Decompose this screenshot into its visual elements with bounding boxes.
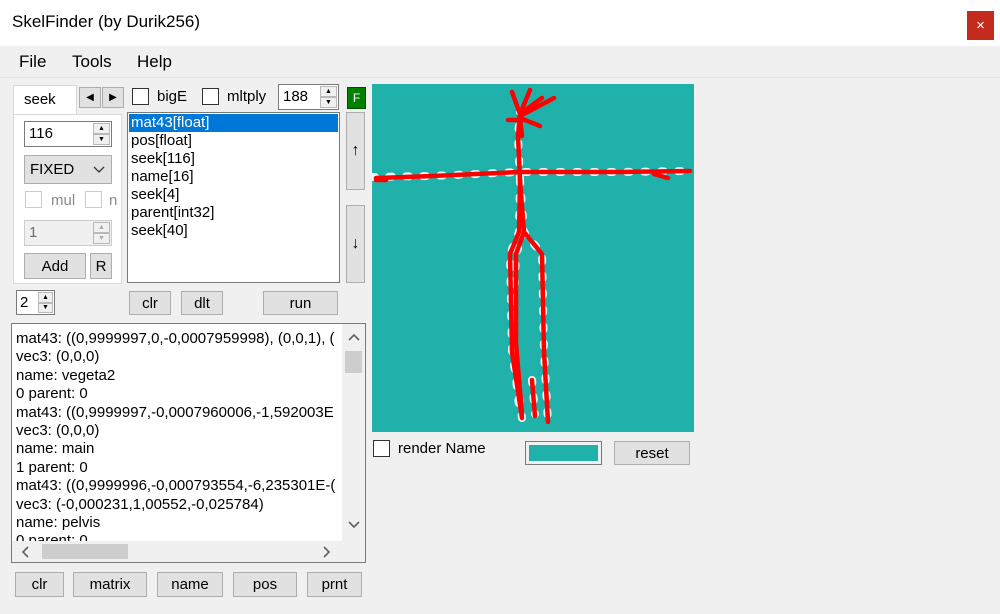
mltply-stepper[interactable]: 188 ▲ ▼ [278,84,339,110]
r-button[interactable]: R [90,253,112,279]
tab-scroll-right-button[interactable]: ▶ [102,87,124,108]
head-bone [517,115,525,139]
mltply-value: 188 [283,88,309,105]
list-item[interactable]: pos[float] [129,132,338,150]
close-button[interactable]: × [967,11,994,40]
tab-seek-label: seek [24,91,56,108]
mltply-label: mltply [227,88,267,105]
menu-help[interactable]: Help [137,52,172,72]
matrix-button[interactable]: matrix [73,572,147,597]
count-stepper[interactable]: 1 ▲ ▼ [24,220,112,246]
f-button[interactable]: F [347,87,366,109]
output-line: 1 parent: 0 [16,458,88,476]
spin-up-icon[interactable]: ▲ [38,292,53,303]
tab-seek[interactable]: seek [13,85,77,115]
n-label: n [109,192,118,209]
list-item[interactable]: parent[int32] [129,204,338,222]
mul-label: mul [51,192,76,209]
spin-up-icon[interactable]: ▲ [93,222,110,233]
color-swatch [529,445,598,461]
arrow-down-icon: ↓ [351,235,360,252]
output-textarea[interactable]: mat43: ((0,9999997,0,-0,0007959998), (0,… [11,323,366,563]
leg-bone-inner [529,377,538,419]
reset-button[interactable]: reset [614,441,690,465]
menu-tools[interactable]: Tools [72,52,112,72]
output-line: mat43: ((0,9999997,-0,0007960006,-1,5920… [16,403,334,421]
n-checkbox[interactable] [85,191,102,208]
spin-up-icon[interactable]: ▲ [93,123,110,134]
add-button[interactable]: Add [24,253,86,279]
name-button[interactable]: name [157,572,223,597]
list-item[interactable]: name[16] [129,168,338,186]
seek-value: 116 [29,125,53,142]
type-select[interactable]: FIXED [24,155,112,184]
scroll-thumb[interactable] [345,351,362,373]
f-button-label: F [352,91,361,105]
output-line: name: pelvis [16,513,101,531]
small-stepper-value: 2 [20,294,29,311]
list-delete-button[interactable]: dlt [181,291,223,315]
render-name-checkbox[interactable] [373,440,390,457]
list-item[interactable]: seek[116] [129,150,338,168]
scroll-corner [342,541,365,562]
seek-stepper[interactable]: 116 ▲ ▼ [24,121,112,147]
pos-button[interactable]: pos [233,572,297,597]
window-title: SkelFinder (by Durik256) [12,12,201,31]
tab-scroll-left-button[interactable]: ◀ [79,87,101,108]
triangle-right-icon: ▶ [109,92,117,103]
skeleton-preview[interactable] [372,84,694,432]
spin-up-icon[interactable]: ▲ [320,86,337,97]
triangle-left-icon: ◀ [86,92,94,103]
render-name-label: render Name [398,440,486,457]
output-line: 0 parent: 0 [16,385,88,403]
move-down-button[interactable]: ↓ [346,205,365,283]
prnt-button[interactable]: prnt [307,572,362,597]
color-swatch-button[interactable] [525,441,602,465]
arrow-up-icon: ↑ [351,142,360,159]
bige-label: bigE [157,88,188,105]
list-clear-button[interactable]: clr [129,291,171,315]
type-select-value: FIXED [30,161,75,178]
scroll-up-icon[interactable] [342,328,365,346]
horizontal-scrollbar[interactable] [12,541,342,562]
scroll-right-icon[interactable] [318,541,336,562]
chevron-down-icon [93,162,105,179]
output-text: mat43: ((0,9999997,0,-0,0007959998), (0,… [16,330,340,542]
scroll-left-icon[interactable] [16,541,34,562]
output-line: name: main [16,440,95,458]
menu-file[interactable]: File [19,52,46,72]
list-item[interactable]: seek[4] [129,186,338,204]
mltply-checkbox[interactable] [202,88,219,105]
output-line: name: vegeta2 [16,366,116,384]
struct-list[interactable]: mat43[float] pos[float] seek[116] name[1… [127,112,340,283]
list-item[interactable]: seek[40] [129,222,338,240]
bige-checkbox[interactable] [132,88,149,105]
mul-checkbox[interactable] [25,191,42,208]
close-icon: × [976,17,985,34]
vertical-scrollbar[interactable] [342,324,365,541]
output-line: vec3: (0,0,0) [16,348,100,366]
output-clear-button[interactable]: clr [15,572,64,597]
small-stepper[interactable]: 2 ▲ ▼ [16,290,55,315]
count-value: 1 [29,224,38,241]
list-item[interactable]: mat43[float] [129,114,338,132]
spin-down-icon[interactable]: ▼ [93,134,110,145]
output-line: mat43: ((0,9999997,0,-0,0007959998), (0,… [16,330,335,347]
scroll-down-icon[interactable] [342,516,365,534]
spin-down-icon[interactable]: ▼ [93,233,110,244]
move-up-button[interactable]: ↑ [346,112,365,190]
scroll-thumb[interactable] [42,544,128,559]
output-line: mat43: ((0,9999996,-0,000793554,-6,23530… [16,477,336,495]
skeleton-canvas [372,84,694,432]
spin-down-icon[interactable]: ▼ [38,302,53,313]
spin-down-icon[interactable]: ▼ [320,97,337,108]
output-line: vec3: (0,0,0) [16,421,100,439]
output-line: vec3: (-0,000231,1,00552,-0,025784) [16,495,264,513]
run-button[interactable]: run [263,291,338,315]
